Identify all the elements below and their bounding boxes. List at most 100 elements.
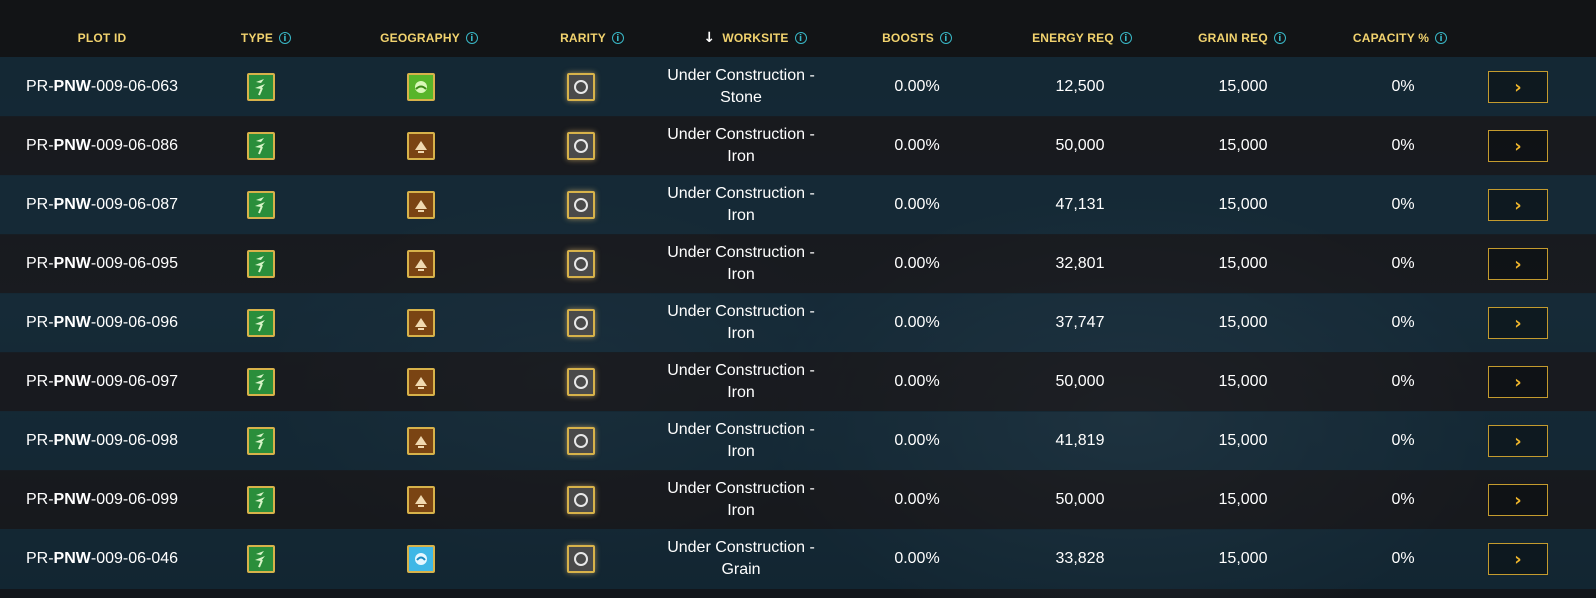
- open-plot-button[interactable]: ›: [1488, 189, 1548, 221]
- info-icon[interactable]: i: [279, 32, 292, 44]
- column-header-rarity[interactable]: RARITY i: [531, 30, 653, 46]
- rarity-cell: [566, 116, 596, 176]
- open-plot-button[interactable]: ›: [1488, 543, 1548, 575]
- plot-id[interactable]: PR- PNW -009-06-099: [12, 470, 192, 530]
- info-icon[interactable]: i: [1119, 32, 1132, 44]
- grain-req: 15,000: [1218, 314, 1268, 331]
- plot-id-suffix: -009-06-087: [90, 196, 179, 213]
- open-plot-button[interactable]: ›: [1488, 307, 1548, 339]
- plot-id[interactable]: PR- PNW -009-06-046: [12, 529, 192, 589]
- open-plot-button[interactable]: ›: [1488, 248, 1548, 280]
- plot-id[interactable]: PR- PNW -009-06-095: [12, 234, 192, 294]
- woodland-icon[interactable]: [407, 486, 435, 514]
- woodland-icon[interactable]: [407, 132, 435, 160]
- water-icon[interactable]: [407, 545, 435, 573]
- plot-id[interactable]: PR- PNW -009-06-063: [12, 57, 192, 117]
- plot-id[interactable]: PR- PNW -009-06-087: [12, 175, 192, 235]
- plant-sprout-icon[interactable]: [247, 73, 275, 101]
- open-plot-button[interactable]: ›: [1488, 130, 1548, 162]
- plant-sprout-icon[interactable]: [247, 368, 275, 396]
- common-ring-icon[interactable]: [567, 250, 595, 278]
- capacity: 0%: [1391, 78, 1415, 95]
- plant-sprout-icon[interactable]: [247, 486, 275, 514]
- woodland-icon[interactable]: [407, 191, 435, 219]
- column-header-capacity[interactable]: CAPACITY % i: [1330, 30, 1470, 46]
- table-row[interactable]: PR-PNW-009-06-095 Under Construction -: [0, 234, 1596, 294]
- table-row[interactable]: PR-PNW-009-06-087 Under Construction -: [0, 175, 1596, 235]
- common-ring-icon[interactable]: [567, 191, 595, 219]
- header-label: PLOT ID: [77, 31, 127, 45]
- boosts: 0.00%: [894, 491, 940, 508]
- capacity: 0%: [1391, 432, 1415, 449]
- plant-sprout-icon[interactable]: [247, 191, 275, 219]
- plant-sprout-icon[interactable]: [247, 545, 275, 573]
- common-ring-icon[interactable]: [567, 427, 595, 455]
- chevron-right-icon: ›: [1514, 548, 1522, 570]
- column-header-geography[interactable]: GEOGRAPHY i: [355, 30, 503, 46]
- woodland-icon[interactable]: [407, 427, 435, 455]
- plot-id[interactable]: PR- PNW -009-06-098: [12, 411, 192, 471]
- common-ring-icon[interactable]: [567, 545, 595, 573]
- common-ring-icon[interactable]: [567, 132, 595, 160]
- capacity: 0%: [1391, 550, 1415, 567]
- type-cell: [246, 175, 276, 235]
- chevron-right-icon: ›: [1514, 371, 1522, 393]
- common-ring-icon[interactable]: [567, 486, 595, 514]
- plot-id-prefix: PR-: [25, 491, 54, 508]
- info-icon[interactable]: i: [465, 32, 478, 44]
- plant-sprout-icon[interactable]: [247, 132, 275, 160]
- plant-sprout-icon[interactable]: [247, 309, 275, 337]
- common-ring-icon[interactable]: [567, 73, 595, 101]
- worksite-line1: Under Construction -: [667, 67, 815, 84]
- open-plot-button[interactable]: ›: [1488, 71, 1548, 103]
- rarity-cell: [566, 411, 596, 471]
- worksite-line1: Under Construction -: [667, 303, 815, 320]
- common-ring-icon[interactable]: [567, 309, 595, 337]
- woodland-icon[interactable]: [407, 250, 435, 278]
- table-row[interactable]: PR-PNW-009-06-097 Under Construction -: [0, 352, 1596, 412]
- table-row[interactable]: PR-PNW-009-06-098 Under Construction -: [0, 411, 1596, 471]
- table-row[interactable]: PR-PNW-009-06-046 Under Construction -: [0, 529, 1596, 589]
- action-cell: ›: [1488, 116, 1548, 176]
- plant-sprout-icon[interactable]: [247, 427, 275, 455]
- info-icon[interactable]: i: [1435, 32, 1448, 44]
- open-plot-button[interactable]: ›: [1488, 366, 1548, 398]
- chevron-right-icon: ›: [1514, 253, 1522, 275]
- info-icon[interactable]: i: [939, 32, 952, 44]
- info-icon[interactable]: i: [1273, 32, 1286, 44]
- common-ring-icon[interactable]: [567, 368, 595, 396]
- open-plot-button[interactable]: ›: [1488, 484, 1548, 516]
- open-plot-button[interactable]: ›: [1488, 425, 1548, 457]
- info-icon[interactable]: i: [794, 32, 807, 44]
- table-row[interactable]: PR-PNW-009-06-096 Under Construction -: [0, 293, 1596, 353]
- plot-id[interactable]: PR- PNW -009-06-097: [12, 352, 192, 412]
- plot-id-region: PNW: [53, 373, 91, 390]
- ring-shape: [574, 198, 588, 212]
- plot-id-prefix: PR-: [25, 196, 54, 213]
- column-header-boosts[interactable]: BOOSTS i: [855, 30, 979, 46]
- header-label: RARITY: [560, 31, 606, 45]
- column-header-plot-id[interactable]: PLOT ID: [40, 30, 164, 46]
- info-icon[interactable]: i: [611, 32, 624, 44]
- column-header-worksite[interactable]: ↓ WORKSITE i: [670, 30, 840, 46]
- plot-id-suffix: -009-06-099: [90, 491, 179, 508]
- plant-sprout-icon[interactable]: [247, 250, 275, 278]
- worksite-line2: Grain: [721, 561, 761, 578]
- woodland-icon[interactable]: [407, 309, 435, 337]
- grassland-icon[interactable]: [407, 73, 435, 101]
- plot-id-region: PNW: [53, 550, 91, 567]
- table-row[interactable]: PR-PNW-009-06-099 Under Construction -: [0, 470, 1596, 530]
- capacity: 0%: [1391, 137, 1415, 154]
- capacity: 0%: [1391, 373, 1415, 390]
- plot-id[interactable]: PR- PNW -009-06-096: [12, 293, 192, 353]
- worksite-line2: Iron: [727, 502, 755, 519]
- column-header-energy-req[interactable]: ENERGY REQ i: [1008, 30, 1156, 46]
- table-row[interactable]: PR-PNW-009-06-086 Under Construction -: [0, 116, 1596, 176]
- table-row[interactable]: PR-PNW-009-06-063 Under Construction -: [0, 57, 1596, 117]
- column-header-grain-req[interactable]: GRAIN REQ i: [1172, 30, 1312, 46]
- woodland-icon[interactable]: [407, 368, 435, 396]
- rarity-cell: [566, 470, 596, 530]
- column-header-type[interactable]: TYPE i: [204, 30, 328, 46]
- boosts: 0.00%: [894, 550, 940, 567]
- plot-id[interactable]: PR- PNW -009-06-086: [12, 116, 192, 176]
